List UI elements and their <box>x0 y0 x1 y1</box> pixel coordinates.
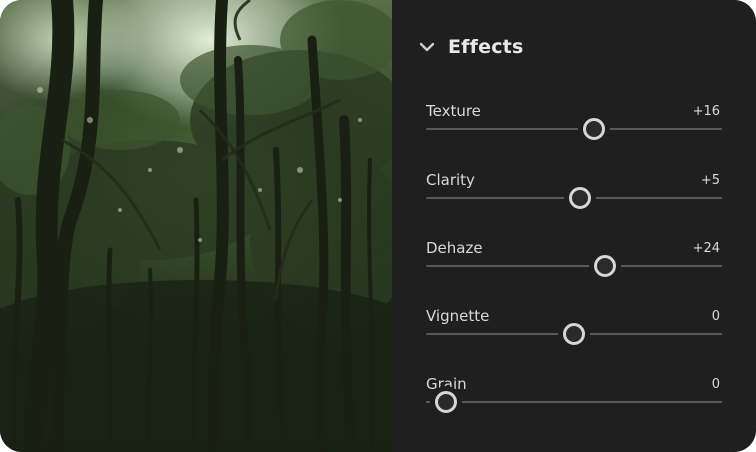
slider-track-texture[interactable] <box>426 128 722 130</box>
slider-vignette: Vignette 0 <box>426 307 722 367</box>
slider-value-vignette[interactable]: 0 <box>712 309 720 324</box>
panel-title: Effects <box>448 36 524 58</box>
slider-value-texture[interactable]: +16 <box>693 104 720 119</box>
slider-thumb-clarity[interactable] <box>569 187 592 209</box>
photo-editor-window: Effects Texture +16 Clarity +5 Dehaze +2… <box>0 0 756 452</box>
slider-thumb-grain[interactable] <box>435 391 457 413</box>
slider-thumb-texture[interactable] <box>583 118 606 140</box>
slider-value-clarity[interactable]: +5 <box>701 173 720 188</box>
slider-track-grain[interactable] <box>426 401 722 403</box>
slider-clarity: Clarity +5 <box>426 171 722 231</box>
slider-dehaze: Dehaze +24 <box>426 239 722 299</box>
effects-panel-header[interactable]: Effects <box>418 34 523 60</box>
slider-label-texture: Texture <box>426 102 481 120</box>
slider-label-dehaze: Dehaze <box>426 239 483 257</box>
slider-value-grain[interactable]: 0 <box>712 377 720 392</box>
slider-texture: Texture +16 <box>426 102 722 162</box>
slider-label-vignette: Vignette <box>426 307 490 325</box>
slider-track-dehaze[interactable] <box>426 265 722 267</box>
slider-thumb-dehaze[interactable] <box>593 255 616 277</box>
slider-label-clarity: Clarity <box>426 171 475 189</box>
effects-panel: Effects Texture +16 Clarity +5 Dehaze +2… <box>392 0 756 452</box>
slider-grain: Grain 0 <box>426 375 722 435</box>
chevron-down-icon[interactable] <box>418 38 436 56</box>
forest-photo <box>0 0 392 452</box>
slider-value-dehaze[interactable]: +24 <box>693 241 720 256</box>
slider-thumb-vignette[interactable] <box>563 323 585 345</box>
forest-illustration <box>0 0 392 452</box>
